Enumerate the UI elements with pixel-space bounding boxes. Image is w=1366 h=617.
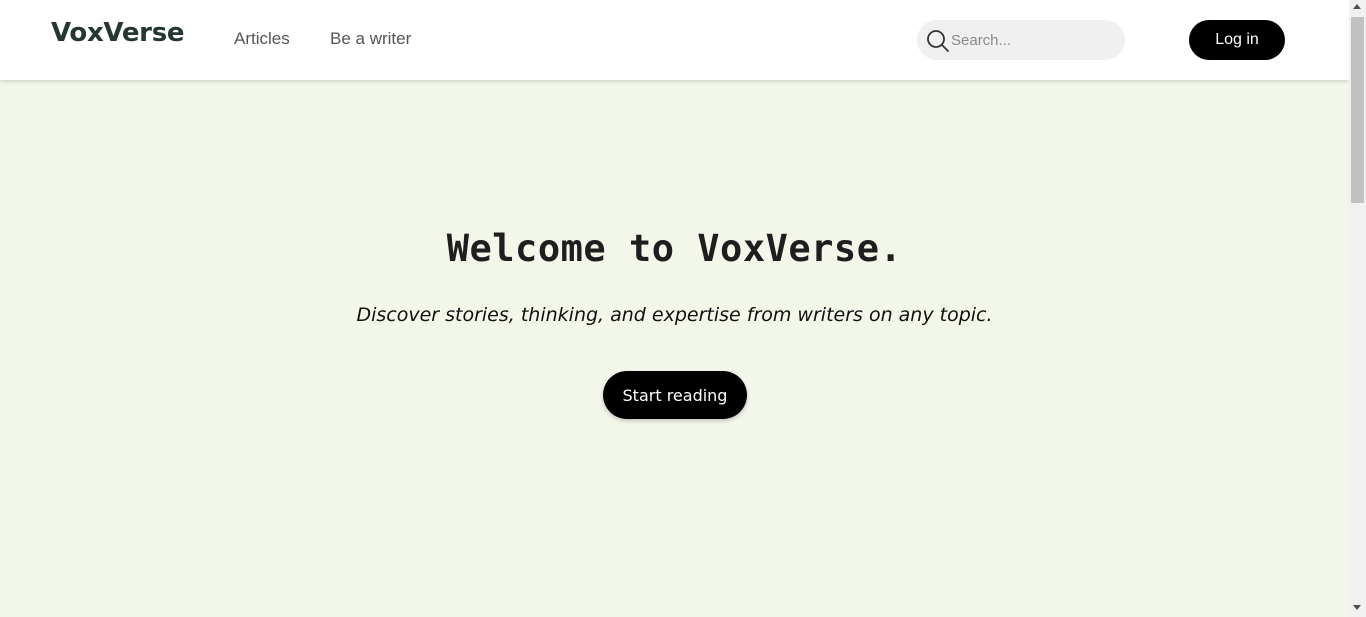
nav-link-articles[interactable]: Articles	[234, 29, 290, 49]
hero-title: Welcome to VoxVerse.	[446, 227, 903, 270]
scroll-thumb[interactable]	[1351, 17, 1364, 203]
login-button[interactable]: Log in	[1189, 20, 1285, 60]
search-input[interactable]	[951, 26, 1117, 54]
site-logo[interactable]: VoxVerse	[51, 18, 185, 48]
page-viewport: VoxVerse Articles Be a writer Log in Wel…	[0, 0, 1349, 617]
vertical-scrollbar[interactable]	[1349, 0, 1366, 617]
scroll-down-arrow-icon[interactable]	[1353, 605, 1361, 610]
start-reading-button[interactable]: Start reading	[603, 371, 747, 419]
scroll-up-arrow-icon[interactable]	[1353, 4, 1361, 9]
search-icon[interactable]	[925, 28, 951, 54]
top-navbar: VoxVerse Articles Be a writer Log in	[0, 0, 1349, 80]
search-box[interactable]	[917, 20, 1125, 60]
hero-subtitle: Discover stories, thinking, and expertis…	[356, 304, 993, 326]
nav-link-be-a-writer[interactable]: Be a writer	[330, 29, 411, 49]
hero-section: Welcome to VoxVerse. Discover stories, t…	[0, 80, 1349, 617]
